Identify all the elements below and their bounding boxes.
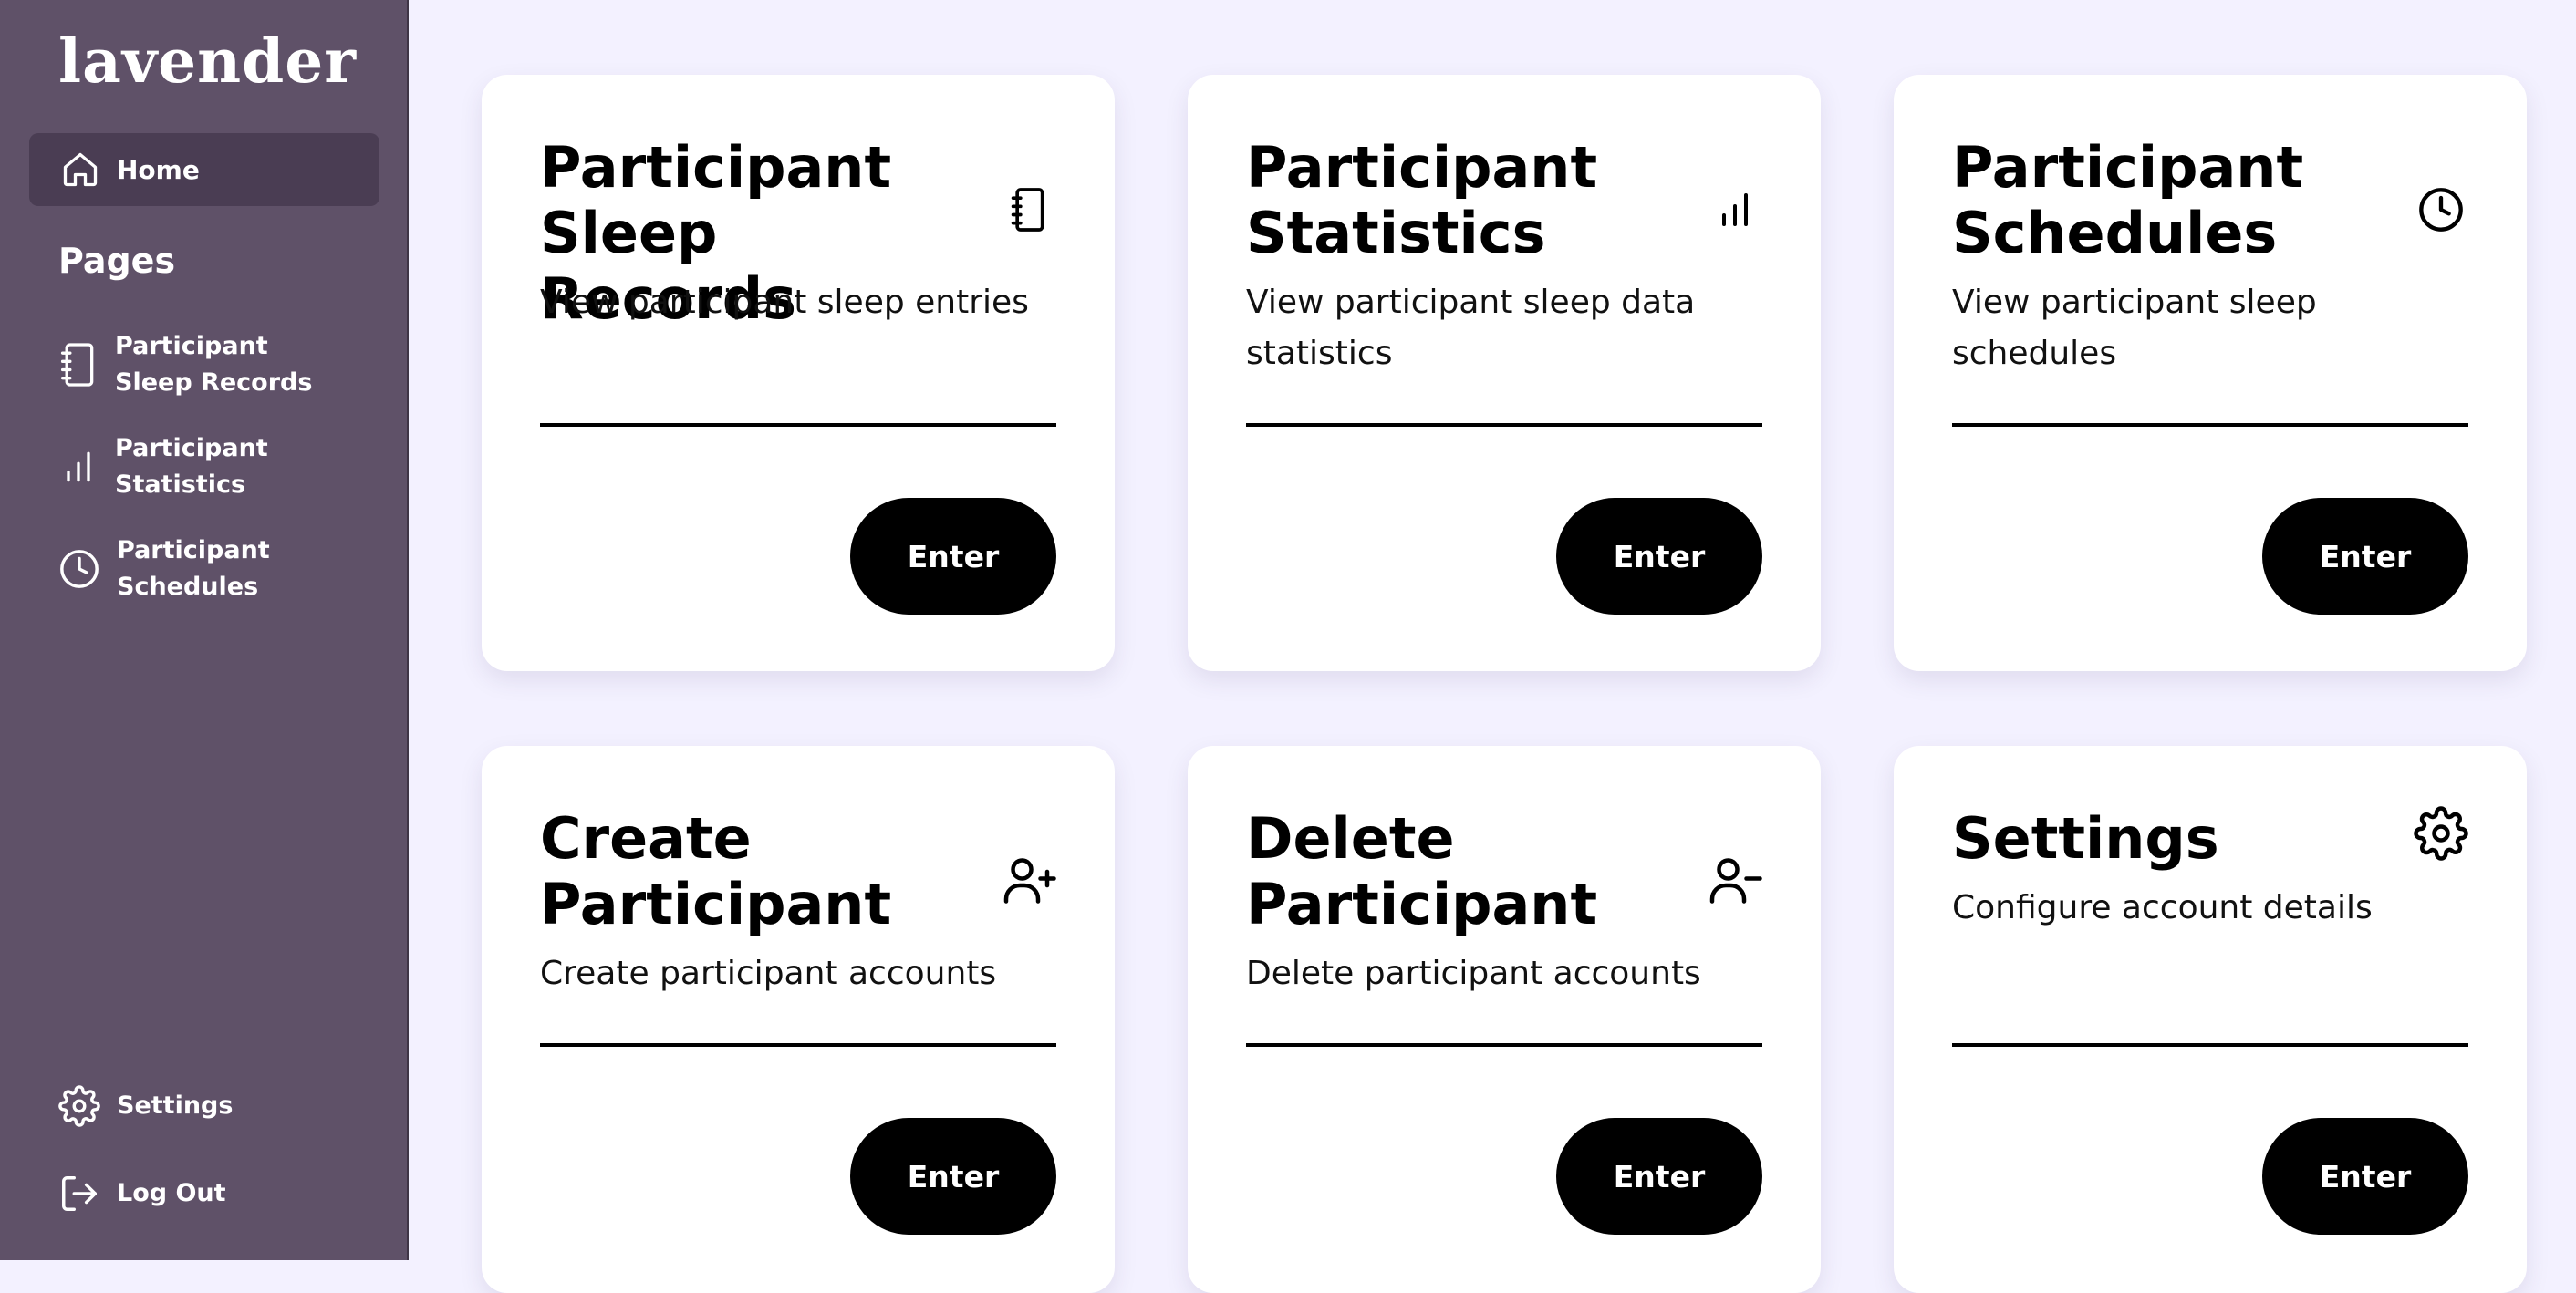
divider [1952,423,2468,427]
divider [540,423,1056,427]
divider [1246,423,1762,427]
enter-button[interactable]: Enter [1556,1118,1762,1235]
card-statistics: Participant Statistics View participant … [1188,75,1821,671]
card-settings: Settings Configure account details Enter [1894,746,2527,1293]
divider [1952,1043,2468,1047]
card-sleep-records: Participant Sleep Records View participa… [482,75,1115,671]
card-title: Create Participant [540,805,892,937]
sidebar-item-logout[interactable]: Log Out [58,1173,226,1215]
card-title: Settings [1952,805,2219,872]
bar-chart-icon [58,447,99,487]
divider [540,1043,1056,1047]
gear-icon [58,1085,100,1127]
card-schedules: Participant Schedules View participant s… [1894,75,2527,671]
divider [1246,1043,1762,1047]
card-title: Delete Participant [1246,805,1598,937]
card-description: View participant sleep entries [540,284,1029,321]
clock-icon [2414,182,2468,237]
enter-button[interactable]: Enter [1556,498,1762,615]
bar-chart-icon [1708,182,1762,237]
sidebar-item-label: Home [117,154,200,185]
sidebar: lavender Home Pages Participant Sleep Re… [0,0,409,1260]
sidebar-item-label: Participant Statistics [115,434,268,499]
logout-icon [58,1173,100,1215]
sidebar-item-label: Settings [117,1091,234,1120]
user-plus-icon [1002,853,1056,908]
enter-button[interactable]: Enter [850,1118,1056,1235]
sidebar-item-label: Log Out [117,1179,226,1207]
card-title: Participant Statistics [1246,134,1598,266]
sidebar-item-statistics[interactable]: Participant Statistics [58,430,316,503]
main-content: Participant Sleep Records View participa… [409,0,2576,1293]
user-minus-icon [1708,853,1762,908]
app-logo: lavender [58,26,358,97]
sidebar-item-label: Participant Schedules [117,536,270,601]
card-description: View participant sleep data statistics [1246,284,1696,372]
card-description: View participant sleep schedules [1952,284,2317,372]
sidebar-item-home[interactable]: Home [29,133,379,206]
pages-heading: Pages [58,241,176,281]
clock-icon [58,548,100,590]
sidebar-item-sleep-records[interactable]: Participant Sleep Records [58,328,316,401]
home-icon [60,150,100,190]
gear-icon [2414,806,2468,861]
notebook-icon [1002,182,1056,237]
enter-button[interactable]: Enter [2262,498,2468,615]
notebook-icon [58,341,99,388]
card-delete-participant: Delete Participant Delete participant ac… [1188,746,1821,1293]
card-description: Delete participant accounts [1246,955,1701,992]
enter-button[interactable]: Enter [2262,1118,2468,1235]
card-description: Create participant accounts [540,955,997,992]
sidebar-item-label: Participant Sleep Records [115,332,313,397]
sidebar-item-schedules[interactable]: Participant Schedules [58,533,317,605]
card-title: Participant Schedules [1952,134,2304,266]
card-create-participant: Create Participant Create participant ac… [482,746,1115,1293]
card-description: Configure account details [1952,889,2373,926]
sidebar-item-settings[interactable]: Settings [58,1085,233,1127]
enter-button[interactable]: Enter [850,498,1056,615]
